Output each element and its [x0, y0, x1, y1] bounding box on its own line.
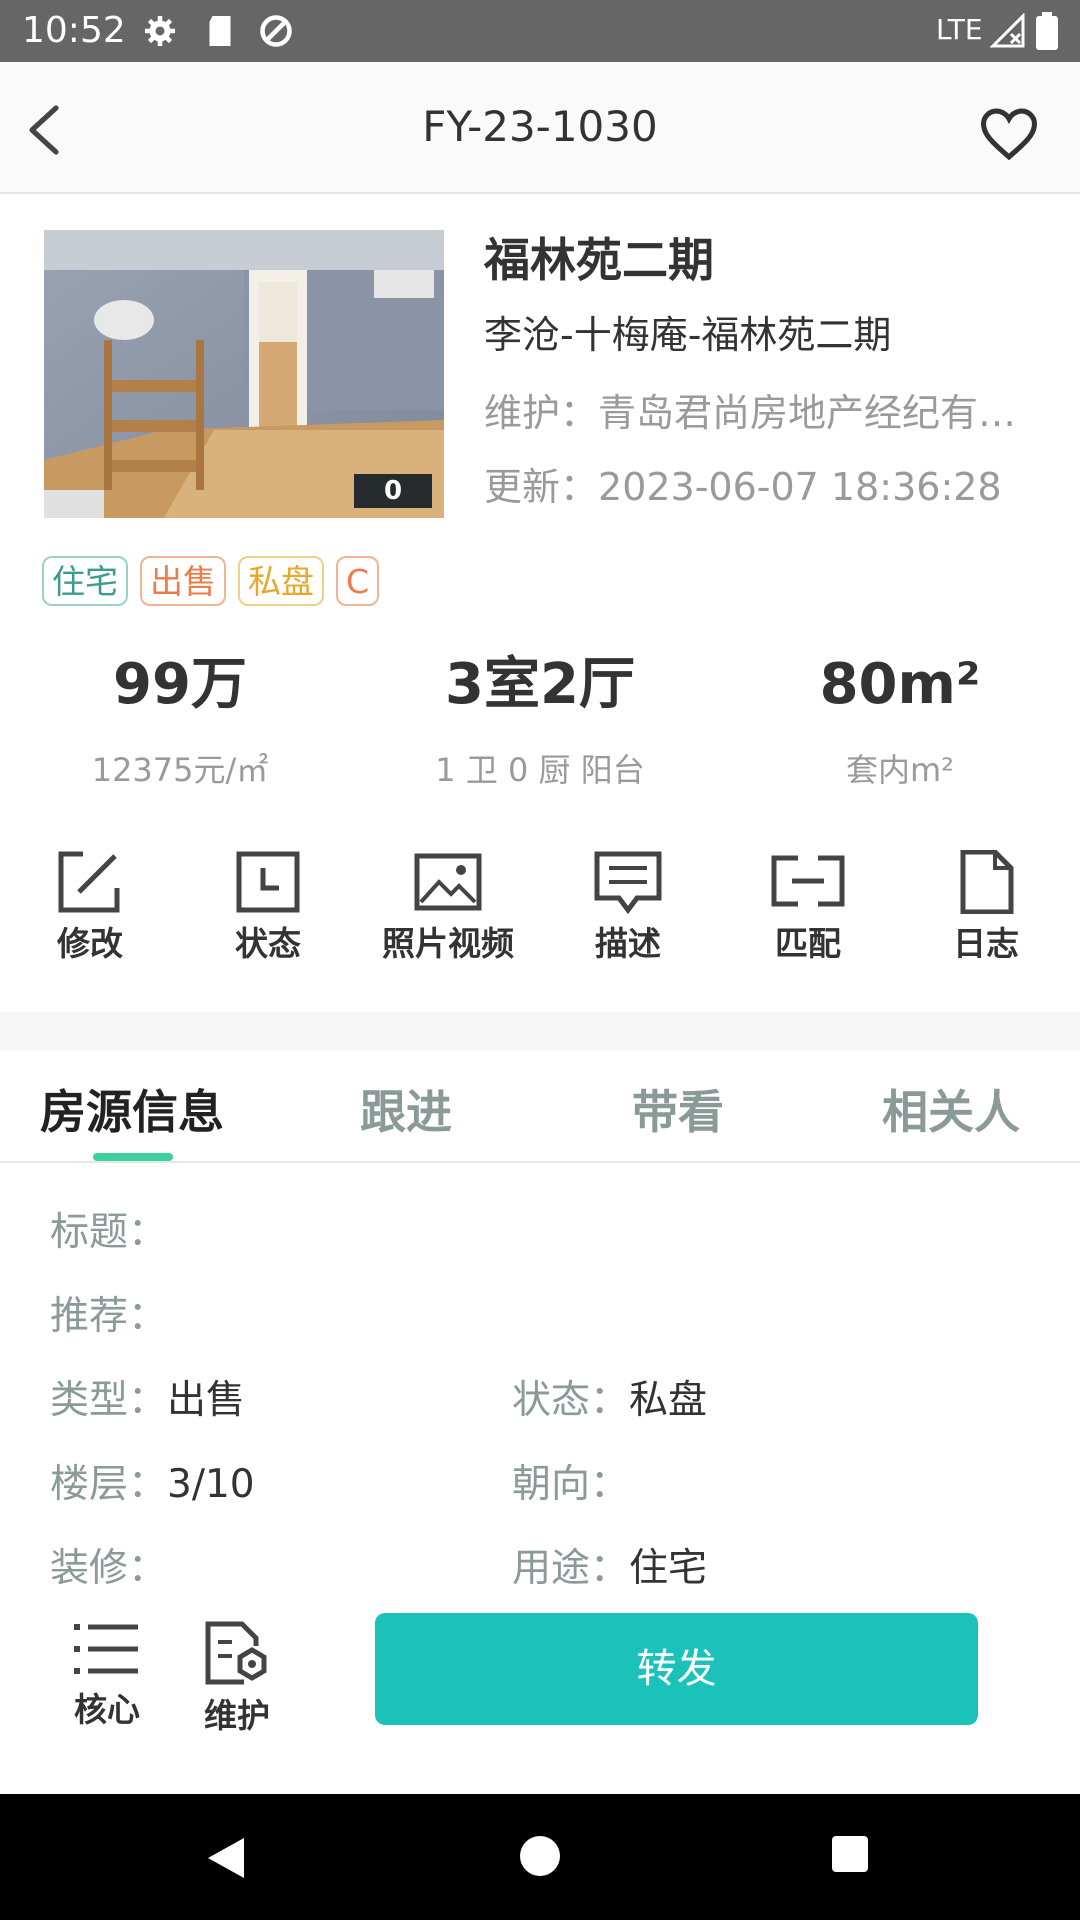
property-location: 李沧-十梅庵-福林苑二期 [484, 313, 892, 357]
property-updated: 更新：2023-06-07 18:36:28 [484, 462, 1002, 512]
description-button[interactable]: 描述 [548, 850, 708, 980]
info-title: 标题： [50, 1208, 167, 1258]
layout-detail: 1 卫 0 厨 阳台 [435, 751, 645, 789]
description-label: 描述 [595, 924, 661, 963]
document-settings-icon [205, 1621, 267, 1685]
maintain-button[interactable]: 维护 [182, 1620, 292, 1738]
layout-value: 3室2厅 [445, 652, 635, 717]
info-key: 朝向： [512, 1462, 630, 1507]
tag-sale: 出售 [140, 556, 226, 606]
info-key: 推荐： [50, 1294, 168, 1339]
maintain-label: 维护 [204, 1696, 270, 1735]
area-value: 80m² [819, 652, 981, 717]
message-icon [594, 851, 662, 914]
tab-bar-divider [0, 1161, 1080, 1163]
tab-viewing[interactable]: 带看 [632, 1082, 724, 1142]
info-key: 类型： [50, 1378, 168, 1423]
info-key: 状态： [512, 1378, 630, 1423]
updated-label: 更新： [484, 465, 599, 509]
unit-price: 12375元/㎡ [91, 751, 269, 789]
info-value: 3/10 [167, 1462, 255, 1507]
status-label: 状态 [235, 924, 301, 963]
property-name: 福林苑二期 [484, 233, 714, 287]
info-value: 出售 [167, 1378, 246, 1423]
nav-home-icon[interactable] [518, 1834, 562, 1878]
info-orientation: 朝向： [512, 1460, 629, 1510]
tag-residential: 住宅 [42, 556, 128, 606]
photo-video-button[interactable]: 照片视频 [368, 850, 528, 980]
edit-icon [58, 851, 120, 913]
edit-button[interactable]: 修改 [10, 850, 170, 980]
info-key: 楼层： [50, 1462, 168, 1507]
core-button[interactable]: 核心 [52, 1620, 162, 1732]
maintainer-label: 维护： [484, 391, 599, 435]
info-type: 类型：出售 [50, 1376, 245, 1426]
sd-card-icon [209, 16, 231, 46]
section-divider [0, 1012, 1080, 1050]
maintainer-value: 青岛君尚房地产经纪有… [598, 391, 1017, 435]
forward-button[interactable]: 转发 [375, 1613, 978, 1725]
signal-icon [990, 13, 1025, 48]
page-title: FY-23-1030 [422, 102, 658, 151]
info-floor: 楼层：3/10 [50, 1460, 255, 1510]
clock-status-icon [236, 851, 300, 913]
active-tab-indicator [93, 1153, 173, 1161]
nav-back-icon[interactable] [204, 1834, 248, 1882]
area-detail: 套内m² [845, 751, 954, 789]
top-app-bar: FY-23-1030 [0, 62, 1080, 194]
tab-property-info[interactable]: 房源信息 [40, 1082, 224, 1142]
tag-grade: C [336, 556, 380, 606]
match-button[interactable]: 匹配 [728, 850, 888, 980]
network-type: LTE [936, 13, 983, 46]
list-icon [74, 1624, 138, 1674]
photo-count-badge: 0 [354, 474, 432, 508]
nav-recents-icon[interactable] [830, 1834, 870, 1874]
info-key: 标题： [50, 1210, 168, 1255]
match-label: 匹配 [775, 924, 841, 963]
info-recommend: 推荐： [50, 1292, 167, 1342]
price-value: 99万 [113, 652, 247, 717]
battery-icon [1036, 12, 1058, 50]
data-saver-icon [260, 15, 292, 47]
core-label: 核心 [74, 1690, 140, 1729]
settings-icon [145, 16, 175, 46]
tab-follow-up[interactable]: 跟进 [360, 1082, 452, 1142]
updated-value: 2023-06-07 18:36:28 [598, 465, 1002, 509]
log-button[interactable]: 日志 [906, 850, 1066, 980]
tab-related-people[interactable]: 相关人 [882, 1082, 1020, 1142]
photo-video-label: 照片视频 [382, 924, 514, 963]
tag-private: 私盘 [238, 556, 324, 606]
image-icon [414, 853, 482, 911]
edit-label: 修改 [57, 924, 123, 963]
status-bar: 10:52 LTE [0, 0, 1080, 62]
info-value: 私盘 [629, 1378, 708, 1423]
document-icon [960, 850, 1014, 914]
status-time: 10:52 [22, 10, 126, 51]
link-match-icon [771, 855, 845, 907]
favorite-heart-icon[interactable] [978, 106, 1040, 162]
status-button[interactable]: 状态 [188, 850, 348, 980]
system-navigation-bar [0, 1794, 1080, 1920]
property-maintainer: 维护：青岛君尚房地产经纪有… [484, 388, 1044, 438]
info-status: 状态：私盘 [512, 1376, 707, 1426]
log-label: 日志 [953, 924, 1019, 963]
